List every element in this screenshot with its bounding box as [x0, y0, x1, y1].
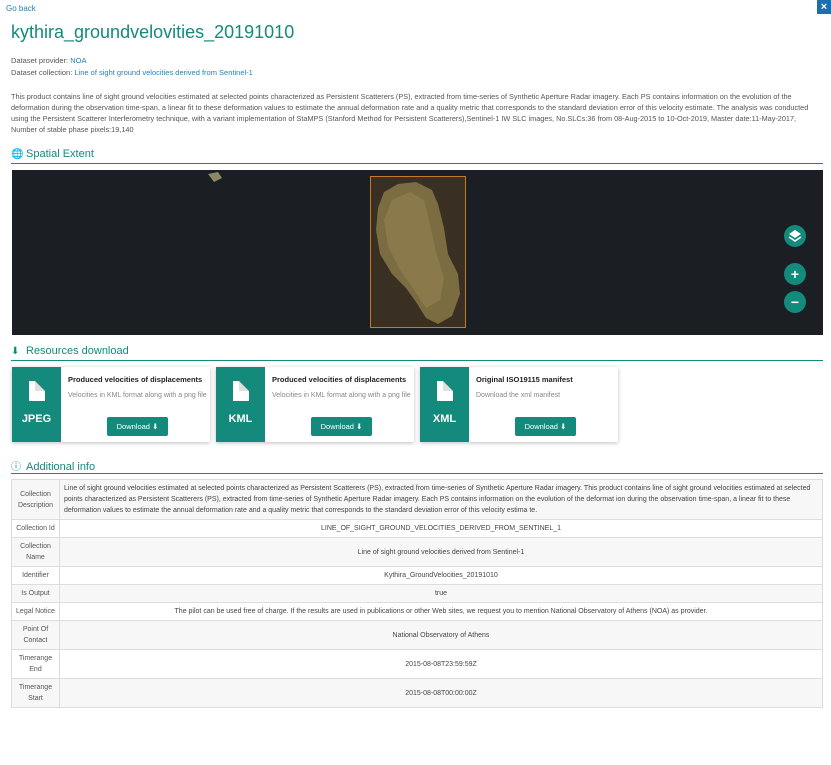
- file-icon: XML: [420, 367, 469, 442]
- additional-info-heading: ⓘ Additional info: [11, 458, 823, 474]
- resource-subtitle: Velocities in KML format along with a pn…: [68, 392, 207, 399]
- resource-title: Original ISO19115 manifest: [476, 375, 573, 384]
- resource-title: Produced velocities of displacements: [68, 375, 203, 384]
- download-icon: ⬇: [560, 422, 567, 431]
- spatial-extent-label: Spatial Extent: [26, 148, 94, 160]
- resource-format: XML: [432, 413, 457, 425]
- resource-card-kml: KML Produced velocities of displacements…: [216, 367, 414, 442]
- resource-card-jpeg: JPEG Produced velocities of displacement…: [12, 367, 210, 442]
- resource-format: JPEG: [21, 413, 52, 425]
- download-icon: ⬇: [152, 422, 159, 431]
- info-table: Collection Description Line of sight grou…: [11, 479, 823, 708]
- resource-subtitle: Velocities in KML format along with a pn…: [272, 392, 411, 399]
- table-row: Point Of Contact National Observatory of …: [11, 620, 823, 650]
- table-row: Collection Description Line of sight grou…: [11, 479, 823, 520]
- download-button[interactable]: Download ⬇: [311, 417, 372, 436]
- table-row: Collection Name Line of sight ground velo…: [11, 537, 823, 567]
- collection-label: Dataset collection:: [11, 68, 73, 77]
- resource-format: KML: [228, 413, 253, 425]
- download-icon: ⬇: [11, 346, 20, 357]
- table-row: Timerange Start 2015-08-08T00:00:00Z: [11, 678, 823, 708]
- zoom-in-button[interactable]: +: [784, 263, 806, 285]
- resource-title: Produced velocities of displacements: [272, 375, 407, 384]
- zoom-out-button[interactable]: −: [784, 291, 806, 313]
- download-button[interactable]: Download ⬇: [515, 417, 576, 436]
- go-back-link[interactable]: Go back: [6, 4, 36, 13]
- provider-link[interactable]: NOA: [70, 56, 86, 65]
- close-button[interactable]: ×: [817, 0, 831, 14]
- spatial-extent-heading: 🌐 Spatial Extent: [11, 148, 823, 164]
- resources-heading: ⬇ Resources download: [11, 345, 823, 361]
- table-row: Legal Notice The pilot can be used free o…: [11, 602, 823, 621]
- table-row: Timerange End 2015-08-08T23:59:59Z: [11, 649, 823, 679]
- extent-bounding-box: [370, 176, 466, 328]
- table-row: Is Output true: [11, 584, 823, 603]
- info-icon: ⓘ: [11, 462, 21, 473]
- resource-subtitle: Download the xml manifest: [476, 392, 561, 399]
- resources-label: Resources download: [26, 345, 129, 357]
- collection-link[interactable]: Line of sight ground velocities derived …: [74, 68, 252, 77]
- file-icon: KML: [216, 367, 265, 442]
- download-icon: ⬇: [356, 422, 363, 431]
- layers-icon[interactable]: [784, 225, 806, 247]
- globe-icon: 🌐: [11, 149, 24, 160]
- page-title: kythira_groundvelovities_20191010: [11, 22, 295, 42]
- additional-info-label: Additional info: [26, 461, 96, 473]
- collection-line: Dataset collection: Line of sight ground…: [11, 68, 253, 77]
- dataset-description: This product contains line of sight grou…: [11, 92, 809, 134]
- table-row: Identifier Kythira_GroundVelocities_20191…: [11, 566, 823, 585]
- download-button[interactable]: Download ⬇: [107, 417, 168, 436]
- provider-label: Dataset provider:: [11, 56, 69, 65]
- resource-card-xml: XML Original ISO19115 manifest Download …: [420, 367, 618, 442]
- table-row: Collection Id LINE_OF_SIGHT_GROUND_VELOCI…: [11, 519, 823, 538]
- map-view[interactable]: + −: [12, 170, 823, 335]
- provider-line: Dataset provider: NOA: [11, 56, 86, 65]
- file-icon: JPEG: [12, 367, 61, 442]
